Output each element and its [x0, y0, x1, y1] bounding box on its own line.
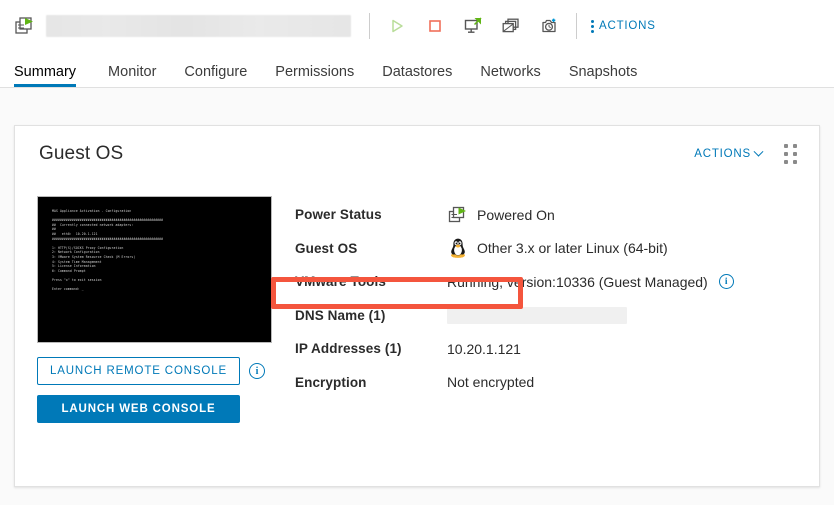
tab-label: Configure [184, 64, 247, 80]
detail-row-dns-name: DNS Name (1) [295, 299, 795, 333]
detail-value: Running, version:10336 (Guest Managed) [447, 274, 708, 290]
chevron-down-icon [754, 146, 764, 156]
card-actions-menu-button[interactable]: ACTIONS [694, 148, 762, 160]
page-title: Guest OS [39, 143, 123, 165]
remote-console-info-icon[interactable]: i [249, 363, 265, 379]
virtual-machine-powered-on-icon [14, 15, 36, 37]
power-on-button[interactable] [386, 15, 408, 37]
detail-value-wrap: 10.20.1.121 [447, 341, 521, 357]
kebab-dots-icon [591, 20, 594, 33]
tab-monitor[interactable]: Monitor [94, 65, 170, 88]
remote-console-row: LAUNCH REMOTE CONSOLE i [37, 357, 285, 385]
dns-name-redacted [447, 307, 627, 324]
detail-value-wrap: Not encrypted [447, 374, 534, 390]
vm-powered-on-icon [447, 204, 469, 226]
tab-label: Networks [480, 64, 540, 80]
launch-console-button[interactable] [462, 15, 484, 37]
tab-label: Permissions [275, 64, 354, 80]
detail-value: Powered On [477, 207, 555, 223]
revert-snapshot-button[interactable] [538, 15, 560, 37]
detail-value-wrap: Running, version:10336 (Guest Managed) i [447, 274, 734, 290]
actions-menu-button[interactable]: ACTIONS [591, 20, 656, 33]
drag-grip-icon[interactable] [784, 144, 797, 164]
tab-configure[interactable]: Configure [170, 65, 261, 88]
vmware-tools-info-icon[interactable]: i [719, 274, 734, 289]
guest-os-details: Power Status Powered On [285, 196, 795, 423]
toolbar-divider-1 [369, 13, 370, 39]
tab-label: Summary [14, 64, 76, 80]
detail-label: VMware Tools [295, 274, 447, 289]
vm-console-thumbnail[interactable]: MAS Appliance Activation - Configuration… [37, 196, 272, 343]
detail-value-wrap [447, 307, 627, 324]
vm-power-actions [386, 15, 560, 37]
detail-label: IP Addresses (1) [295, 341, 447, 356]
tab-label: Snapshots [569, 64, 638, 80]
snapshot-button[interactable] [500, 15, 522, 37]
toolbar-divider-2 [576, 13, 577, 39]
guest-os-card-header: Guest OS ACTIONS [15, 126, 819, 182]
detail-label: DNS Name (1) [295, 308, 447, 323]
detail-value: 10.20.1.121 [447, 341, 521, 357]
detail-label: Encryption [295, 375, 447, 390]
detail-value: Other 3.x or later Linux (64-bit) [477, 240, 668, 256]
tab-label: Monitor [108, 64, 156, 80]
detail-row-power-status: Power Status Powered On [295, 198, 795, 232]
detail-row-guest-os: Guest OS [295, 232, 795, 266]
vm-name-redacted [46, 15, 351, 37]
console-text: MAS Appliance Activation - Configuration… [52, 209, 263, 292]
tab-label: Datastores [382, 64, 452, 80]
tab-permissions[interactable]: Permissions [261, 65, 368, 88]
card-actions-label: ACTIONS [694, 148, 751, 160]
detail-row-encryption: Encryption Not encrypted [295, 366, 795, 400]
detail-label: Power Status [295, 207, 447, 222]
card-header-controls: ACTIONS [694, 144, 797, 164]
detail-row-ip-addresses: IP Addresses (1) 10.20.1.121 [295, 332, 795, 366]
tab-datastores[interactable]: Datastores [368, 65, 466, 88]
detail-label: Guest OS [295, 241, 447, 256]
launch-remote-console-button[interactable]: LAUNCH REMOTE CONSOLE [37, 357, 240, 385]
tab-snapshots[interactable]: Snapshots [555, 65, 652, 88]
linux-penguin-icon [447, 237, 469, 259]
power-off-button[interactable] [424, 15, 446, 37]
console-column: MAS Appliance Activation - Configuration… [37, 196, 285, 423]
tab-summary[interactable]: Summary [14, 65, 90, 88]
detail-row-vmware-tools: VMware Tools Running, version:10336 (Gue… [295, 265, 795, 299]
actions-menu-label: ACTIONS [599, 20, 656, 32]
detail-value: Not encrypted [447, 374, 534, 390]
main-tab-bar: Summary Monitor Configure Permissions Da… [0, 52, 834, 88]
guest-os-card-body: MAS Appliance Activation - Configuration… [15, 182, 819, 423]
tab-networks[interactable]: Networks [466, 65, 554, 88]
launch-web-console-button[interactable]: LAUNCH WEB CONSOLE [37, 395, 240, 423]
detail-value-wrap: Powered On [447, 204, 555, 226]
vm-toolbar: ACTIONS [0, 0, 834, 52]
vsphere-vm-summary-page: ACTIONS Summary Monitor Configure Permis… [0, 0, 834, 505]
guest-os-card: Guest OS ACTIONS MAS Appliance Activatio… [14, 125, 820, 487]
detail-value-wrap: Other 3.x or later Linux (64-bit) [447, 237, 668, 259]
